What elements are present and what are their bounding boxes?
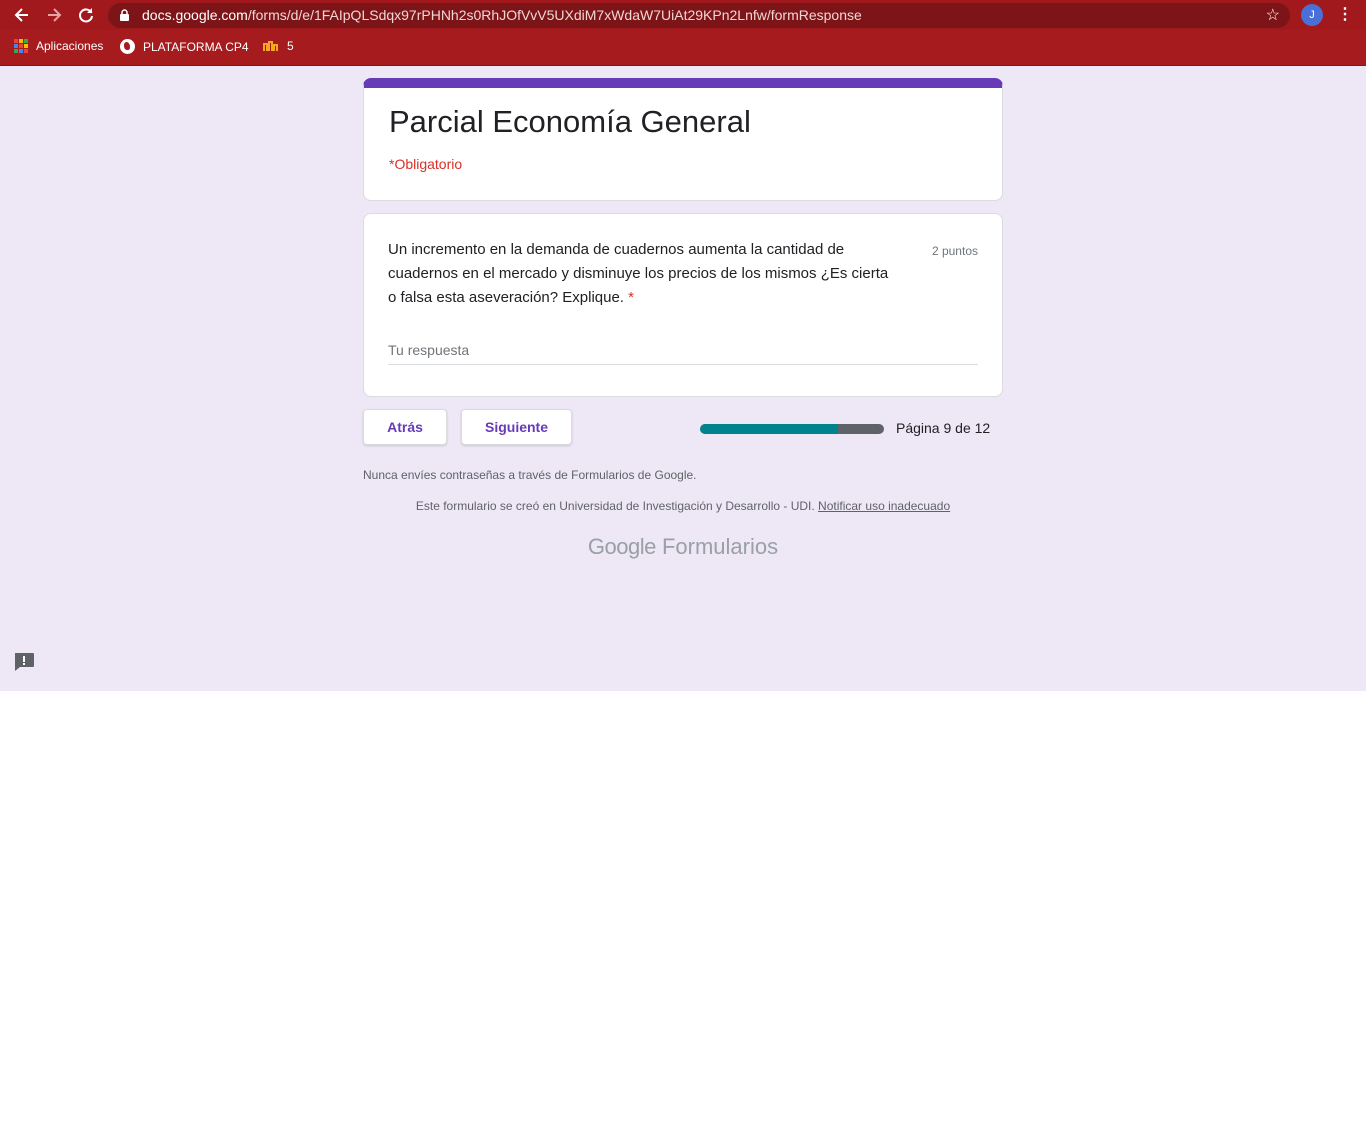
answer-underline — [388, 364, 978, 365]
back-button[interactable]: Atrás — [363, 409, 447, 445]
brand-product: Formularios — [661, 534, 779, 559]
created-by-text: Este formulario se creó en Universidad d… — [363, 499, 1003, 513]
more-vert-icon[interactable]: ⋮ — [1337, 5, 1353, 25]
password-warning: Nunca envíes contraseñas a través de For… — [363, 468, 697, 482]
reload-icon[interactable] — [76, 5, 96, 25]
progress-fill — [700, 424, 838, 434]
bookmarks-bar: Aplicaciones PLATAFORMA CP4 5 — [0, 30, 1366, 66]
forward-arrow-icon[interactable] — [44, 5, 64, 25]
bookmark-label: 5 — [287, 39, 294, 53]
bookmark-apps[interactable]: Aplicaciones — [14, 39, 103, 53]
google-forms-logo[interactable]: Google Formularios — [363, 534, 1003, 560]
report-abuse-link[interactable]: Notificar uso inadecuado — [818, 499, 950, 513]
question-card: Un incremento en la demanda de cuadernos… — [363, 213, 1003, 397]
progress-bar — [700, 424, 884, 434]
url-text: docs.google.com/forms/d/e/1FAIpQLSdqx97r… — [142, 7, 862, 23]
question-text: Un incremento en la demanda de cuadernos… — [388, 238, 898, 310]
lock-icon — [120, 9, 129, 21]
question-label: Un incremento en la demanda de cuadernos… — [388, 241, 889, 306]
required-note: *Obligatorio — [389, 156, 463, 172]
browser-toolbar: docs.google.com/forms/d/e/1FAIpQLSdqx97r… — [0, 0, 1366, 30]
back-arrow-icon[interactable] — [12, 5, 32, 25]
url-path: /forms/d/e/1FAIpQLSdqx97rPHNh2s0RhJOfVvV… — [247, 7, 862, 23]
feedback-icon[interactable] — [13, 652, 35, 672]
required-asterisk: * — [628, 289, 634, 306]
form-title: Parcial Economía General — [389, 104, 751, 139]
points-label: 2 puntos — [931, 244, 978, 258]
bookmark-label: Aplicaciones — [36, 39, 104, 53]
address-bar[interactable]: docs.google.com/forms/d/e/1FAIpQLSdqx97r… — [108, 3, 1290, 28]
bookmark-label: PLATAFORMA CP4 — [143, 39, 249, 54]
created-text: Este formulario se creó en Universidad d… — [415, 499, 815, 513]
url-host: docs.google.com — [142, 7, 248, 23]
apps-grid-icon — [14, 39, 28, 53]
bookmark-m[interactable]: 5 — [263, 39, 294, 53]
page-indicator: Página 9 de 12 — [896, 420, 991, 436]
answer-input[interactable]: Tu respuesta — [388, 342, 469, 358]
brand-google: Google — [587, 534, 656, 559]
next-button[interactable]: Siguiente — [461, 409, 572, 445]
form-header-card: Parcial Economía General *Obligatorio — [363, 78, 1003, 201]
m-logo-icon — [263, 41, 278, 51]
profile-avatar[interactable]: J — [1301, 4, 1323, 26]
star-icon[interactable]: ☆ — [1266, 5, 1280, 25]
bookmark-plataforma[interactable]: PLATAFORMA CP4 — [120, 39, 249, 54]
form-page: Parcial Economía General *Obligatorio Un… — [0, 66, 1366, 691]
globe-icon — [120, 39, 135, 54]
